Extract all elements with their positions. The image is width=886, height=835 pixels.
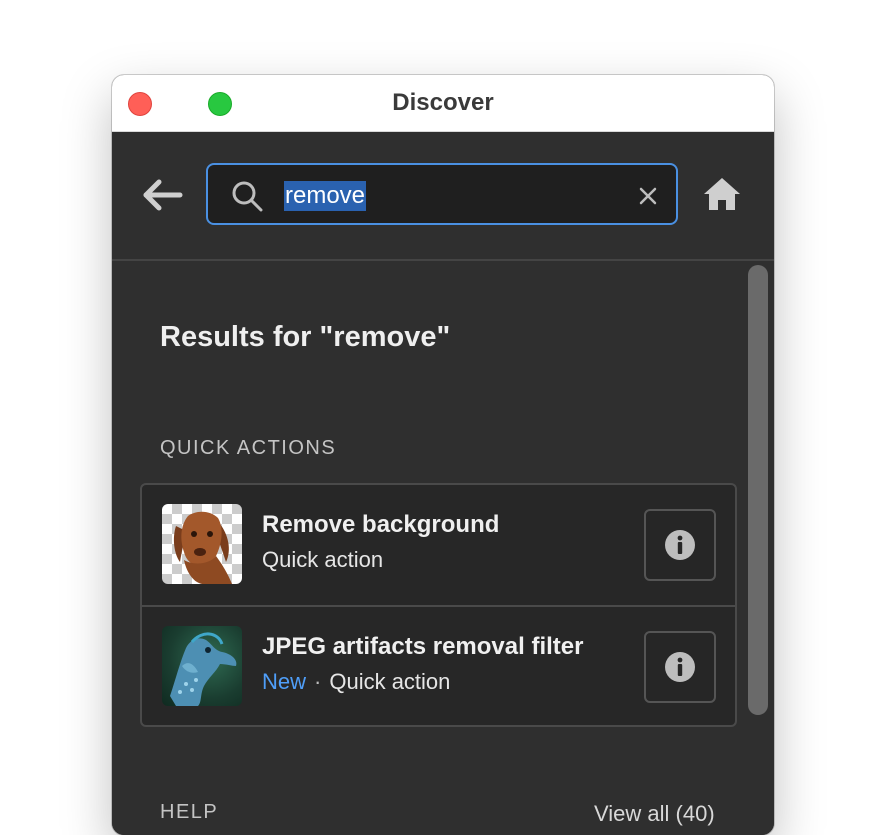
dog-portrait-thumbnail	[162, 504, 242, 584]
close-icon	[639, 187, 657, 205]
home-icon	[704, 178, 740, 210]
quick-actions-heading: QUICK ACTIONS	[160, 437, 337, 459]
window-title: Discover	[392, 89, 494, 116]
info-icon	[665, 652, 695, 682]
list-item-title: Remove background	[262, 511, 500, 538]
search-toolbar: remove	[112, 132, 774, 261]
info-icon	[665, 530, 695, 560]
list-item[interactable]: JPEG artifacts removal filter New · Quick …	[142, 607, 735, 727]
back-arrow-icon	[143, 179, 183, 211]
view-all-link[interactable]: View all (40)	[594, 801, 715, 827]
help-heading: HELP	[160, 801, 219, 823]
info-button[interactable]	[644, 631, 716, 703]
list-item-subtitle: Quick action	[262, 547, 383, 573]
home-button[interactable]	[702, 174, 742, 214]
separator-dot: ·	[314, 669, 322, 694]
results-panel: Results for "remove" QUICK ACTIONS Remov…	[112, 261, 774, 835]
list-item[interactable]: Remove background Quick action	[142, 485, 735, 607]
scrollbar-thumb[interactable]	[748, 265, 768, 715]
list-item-type: Quick action	[262, 547, 384, 572]
new-badge: New	[262, 669, 307, 694]
back-button[interactable]	[142, 175, 186, 215]
clear-search-button[interactable]	[636, 184, 660, 208]
search-field[interactable]: remove	[206, 163, 678, 225]
search-input[interactable]: remove	[284, 181, 367, 211]
search-icon	[232, 181, 263, 212]
results-heading: Results for "remove"	[160, 321, 451, 353]
info-button[interactable]	[644, 509, 716, 581]
quick-actions-list: Remove background Quick action JPEG arti…	[140, 483, 737, 727]
seahorse-thumbnail	[162, 626, 242, 706]
title-bar: Discover	[112, 75, 774, 132]
list-item-title: JPEG artifacts removal filter	[262, 633, 584, 660]
discover-window: Discover remove Results for "remove" QUI…	[112, 75, 774, 835]
list-item-subtitle: New · Quick action	[262, 669, 450, 695]
list-item-type: Quick action	[329, 669, 451, 694]
